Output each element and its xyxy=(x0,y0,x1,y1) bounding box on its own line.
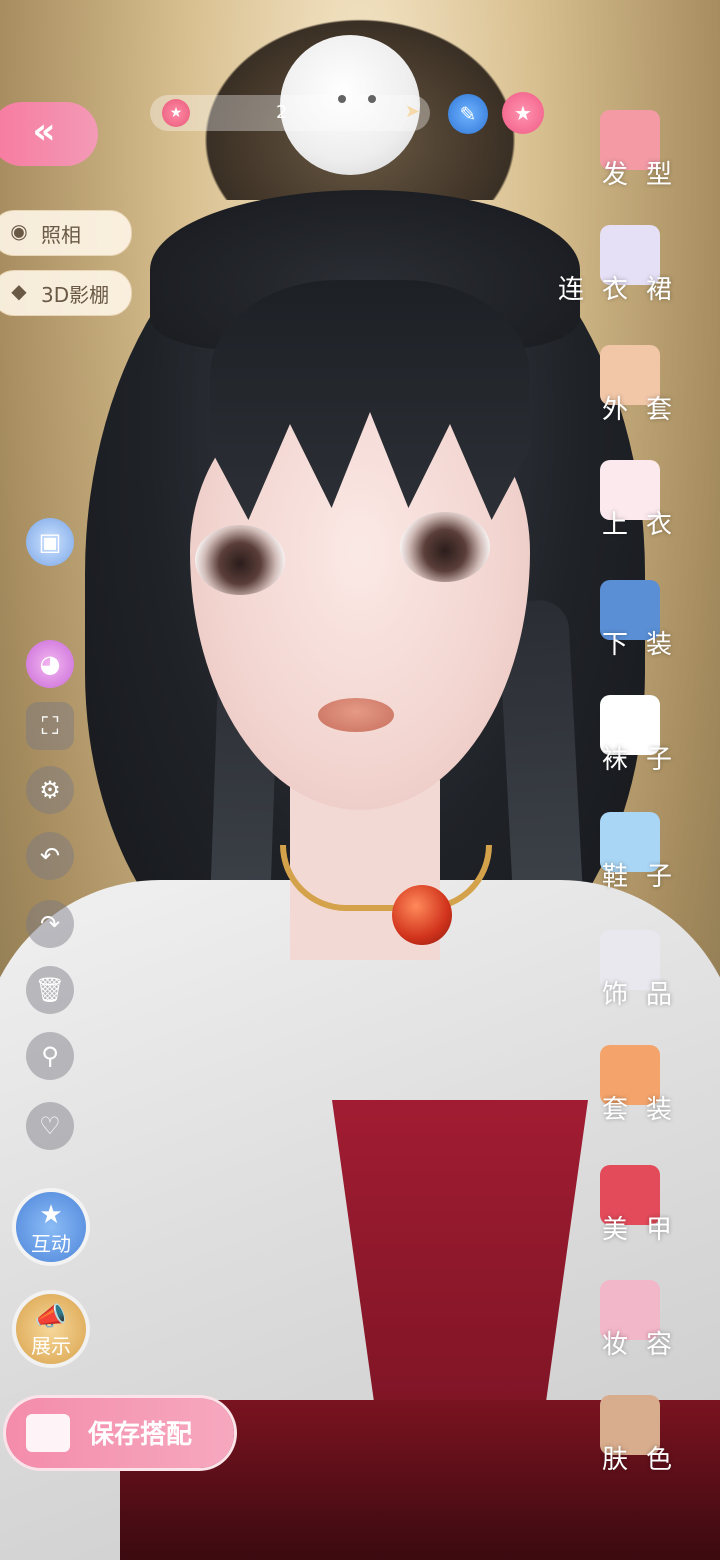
character-necklace xyxy=(280,845,492,911)
category-item-9[interactable]: 美甲 xyxy=(590,1165,720,1265)
studio-3d-button[interactable]: ◆ 3D影棚 xyxy=(0,270,132,316)
arrow-icon: ➤ xyxy=(404,101,420,122)
star-icon-interact: ★ xyxy=(39,1200,63,1230)
category-item-1[interactable]: 连衣裙 xyxy=(558,225,720,325)
category-label: 套装 xyxy=(601,1095,690,1125)
top-count: 2 xyxy=(276,102,288,123)
fullscreen-icon[interactable]: ⛶ xyxy=(26,702,74,750)
category-item-3[interactable]: 上衣 xyxy=(590,460,720,560)
megaphone-icon: 📣 xyxy=(34,1302,68,1332)
category-item-11[interactable]: 肤色 xyxy=(590,1395,720,1495)
category-label: 肤色 xyxy=(601,1445,690,1475)
category-label: 饰品 xyxy=(601,980,690,1010)
category-label: 下装 xyxy=(601,630,690,660)
redo-icon[interactable]: ↷ xyxy=(26,900,74,948)
category-item-10[interactable]: 妆容 xyxy=(590,1280,720,1380)
category-label: 连衣裙 xyxy=(557,275,690,305)
category-label: 袜子 xyxy=(601,745,690,775)
category-item-0[interactable]: 发型 xyxy=(590,110,720,210)
photo-button[interactable]: ◉ 照相 xyxy=(0,210,132,256)
heart-icon[interactable]: ♡ xyxy=(26,1102,74,1150)
character-eye-right xyxy=(400,512,490,582)
interact-label: 互动 xyxy=(31,1232,71,1256)
studio-label: 3D影棚 xyxy=(41,283,110,307)
category-label: 上衣 xyxy=(601,510,690,540)
interact-button[interactable]: ★ 互动 xyxy=(16,1192,86,1262)
search-icon[interactable]: ⚲ xyxy=(26,1032,74,1080)
show-button[interactable]: 📣 展示 xyxy=(16,1294,86,1364)
category-label: 外套 xyxy=(601,395,690,425)
category-item-8[interactable]: 套装 xyxy=(590,1045,720,1145)
top-currency-bar[interactable]: ★ 2 ➤ xyxy=(150,95,430,131)
camera-icon: ◉ xyxy=(10,219,28,243)
character-lips xyxy=(318,698,394,732)
category-item-4[interactable]: 下装 xyxy=(590,580,720,680)
save-label: 保存搭配 xyxy=(88,1420,193,1450)
category-label: 美甲 xyxy=(601,1215,690,1245)
gear-icon[interactable]: ⚙ xyxy=(26,766,74,814)
character-pendant xyxy=(392,885,452,945)
show-label: 展示 xyxy=(31,1334,71,1358)
category-item-5[interactable]: 袜子 xyxy=(590,695,720,795)
category-item-2[interactable]: 外套 xyxy=(590,345,720,445)
undo-icon[interactable]: ↶ xyxy=(26,832,74,880)
save-outfit-button[interactable]: 保存搭配 xyxy=(6,1398,234,1468)
category-item-7[interactable]: 饰品 xyxy=(590,930,720,1030)
character-eye-left xyxy=(195,525,285,595)
star-badge-icon: ★ xyxy=(162,99,190,127)
frame-icon[interactable]: ▣ xyxy=(26,518,74,566)
category-label: 妆容 xyxy=(601,1330,690,1360)
back-button[interactable]: « xyxy=(0,102,98,166)
star-icon[interactable]: ★ xyxy=(502,92,544,134)
photo-label: 照相 xyxy=(41,223,81,247)
palette-icon[interactable]: ◕ xyxy=(26,640,74,688)
pen-icon[interactable]: ✎ xyxy=(448,94,488,134)
category-item-6[interactable]: 鞋子 xyxy=(590,812,720,912)
category-label: 鞋子 xyxy=(601,862,690,892)
cube-icon: ◆ xyxy=(11,279,27,303)
save-icon xyxy=(26,1414,70,1452)
category-label: 发型 xyxy=(601,160,690,190)
trash-icon[interactable]: 🗑 xyxy=(26,966,74,1014)
